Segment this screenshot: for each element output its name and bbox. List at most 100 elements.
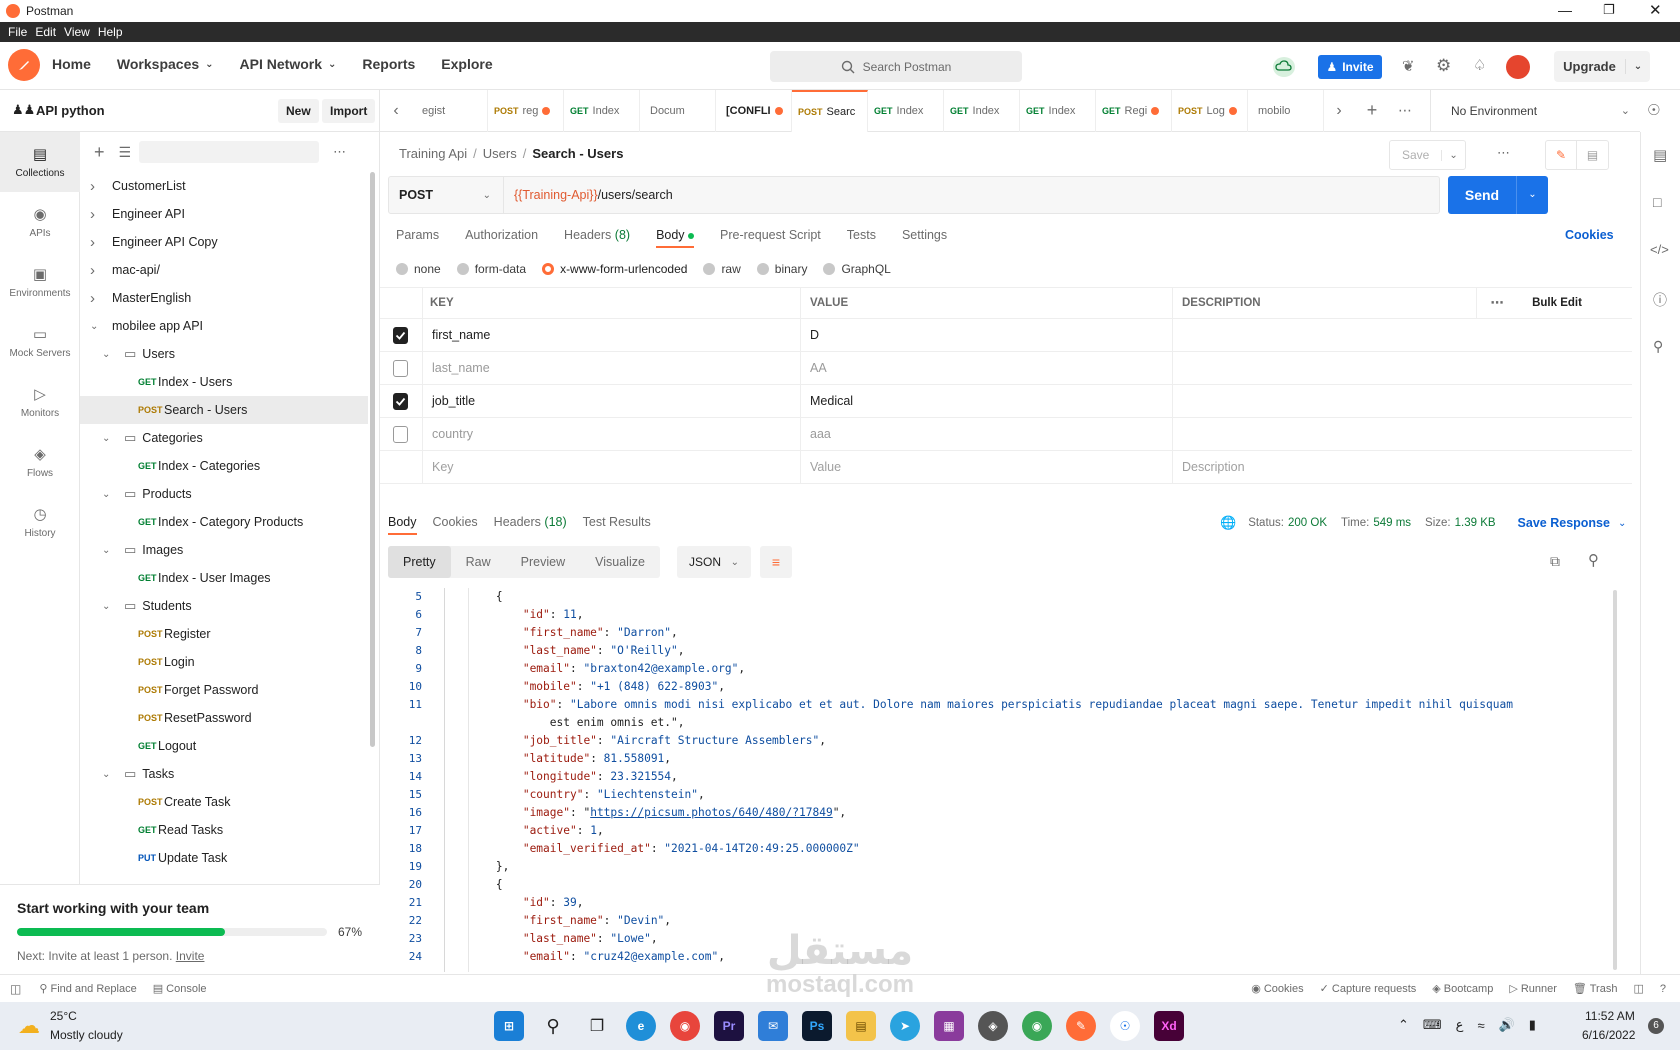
request-tab[interactable]: POST Log xyxy=(1172,89,1248,132)
tree-item[interactable]: › mac-api/ xyxy=(80,256,368,284)
chevron-right-icon[interactable]: › xyxy=(90,234,106,251)
chrome-icon[interactable]: ◉ xyxy=(670,1011,700,1041)
more-icon[interactable]: ⋯ xyxy=(1390,102,1420,119)
body-type-raw[interactable]: raw xyxy=(703,262,741,276)
body-type-binary[interactable]: binary xyxy=(756,262,807,276)
request-tab[interactable]: [CONFLI xyxy=(716,89,792,132)
search-icon[interactable]: ⚲ xyxy=(1588,551,1599,569)
rail-collections[interactable]: ▤ Collections xyxy=(0,132,80,192)
tree-item[interactable]: › Engineer API xyxy=(80,200,368,228)
copy-icon[interactable]: ⧉ xyxy=(1550,553,1560,570)
winrar-icon[interactable]: ▦ xyxy=(934,1011,964,1041)
save-response-button[interactable]: Save Response xyxy=(1518,516,1610,530)
response-tab-cookies[interactable]: Cookies xyxy=(433,515,478,529)
tab-body[interactable]: Body xyxy=(656,228,695,248)
unity-icon[interactable]: ◈ xyxy=(978,1011,1008,1041)
find-replace-button[interactable]: ⚲ Find and Replace xyxy=(39,982,136,995)
telegram-icon[interactable]: ➤ xyxy=(890,1011,920,1041)
tree-item[interactable]: ⌄ ▭ Products xyxy=(80,480,368,508)
help-icon[interactable]: ? xyxy=(1660,983,1666,995)
row-description[interactable] xyxy=(1173,385,1477,418)
tree-item[interactable]: POST Create Task xyxy=(80,788,368,816)
breadcrumb-folder[interactable]: Users xyxy=(483,146,517,161)
new-button[interactable]: New xyxy=(278,99,319,123)
request-tab[interactable]: GET Index xyxy=(1020,89,1096,132)
environment-select[interactable]: No Environment ⌄ xyxy=(1430,89,1630,132)
two-pane-icon[interactable]: ◫ xyxy=(1633,982,1643,995)
request-tab[interactable]: egist xyxy=(412,89,488,132)
clock-date[interactable]: 6/16/2022 xyxy=(1582,1028,1635,1042)
tree-item[interactable]: ⌄ ▭ Categories xyxy=(80,424,368,452)
row-description[interactable] xyxy=(1173,319,1477,352)
comment-icon[interactable]: □ xyxy=(1653,194,1661,210)
browser-icon[interactable]: ☉ xyxy=(1110,1011,1140,1041)
chevron-right-icon[interactable]: › xyxy=(90,262,106,279)
tree-item[interactable]: POST Forget Password xyxy=(80,676,368,704)
more-icon[interactable]: ⋯ xyxy=(1497,145,1510,161)
info-icon[interactable]: ⓘ xyxy=(1653,290,1667,310)
chevron-down-icon[interactable]: ⌄ xyxy=(102,601,118,612)
tree-item[interactable]: ⌄ ▭ Students xyxy=(80,592,368,620)
tree-item[interactable]: POST Register xyxy=(80,620,368,648)
lightbulb-icon[interactable]: ⚲ xyxy=(1653,338,1663,355)
sidebar-scrollbar[interactable] xyxy=(370,172,375,747)
mail-icon[interactable]: ✉ xyxy=(758,1011,788,1041)
task-view-icon[interactable]: ❐ xyxy=(582,1011,612,1041)
row-key[interactable]: first_name xyxy=(423,318,801,352)
nav-api-network[interactable]: API Network ⌄ xyxy=(240,56,337,72)
bootcamp-button[interactable]: ◈ Bootcamp xyxy=(1432,982,1493,995)
request-tab[interactable]: Docum xyxy=(640,89,716,132)
tree-item[interactable]: GET Index - Category Products xyxy=(80,508,368,536)
runner-button[interactable]: ▷ Runner xyxy=(1509,982,1557,995)
plus-icon[interactable]: + xyxy=(1354,100,1390,121)
tree-item[interactable]: GET Index - User Images xyxy=(80,564,368,592)
nav-workspaces[interactable]: Workspaces ⌄ xyxy=(117,56,214,72)
body-type-form-data[interactable]: form-data xyxy=(456,262,526,276)
format-select[interactable]: JSON ⌄ xyxy=(677,546,751,578)
save-button[interactable]: Save ⌄ xyxy=(1389,140,1466,170)
more-icon[interactable]: ⋯ xyxy=(1477,295,1517,311)
request-tab[interactable]: GET Index xyxy=(868,89,944,132)
restore-icon[interactable]: ❐ xyxy=(1603,2,1615,18)
eye-icon[interactable]: ☉ xyxy=(1647,101,1660,119)
pencil-icon[interactable]: ✎ xyxy=(1546,141,1577,169)
view-tab-visualize[interactable]: Visualize xyxy=(580,546,660,578)
windows-start-icon[interactable]: ⊞ xyxy=(494,1011,524,1041)
row-checkbox[interactable] xyxy=(393,392,408,410)
volume-icon[interactable]: 🔊 xyxy=(1499,1017,1515,1033)
tree-item[interactable]: GET Index - Categories xyxy=(80,452,368,480)
row-value[interactable]: D xyxy=(801,318,1173,352)
request-tab[interactable]: GET Index xyxy=(944,89,1020,132)
tree-item[interactable]: GET Index - Users xyxy=(80,368,368,396)
chevron-down-icon[interactable]: ⌄ xyxy=(102,433,118,444)
chevron-right-icon[interactable]: › xyxy=(90,178,106,195)
wrap-lines-icon[interactable]: ≡ xyxy=(760,546,792,578)
chevron-left-icon[interactable]: ‹ xyxy=(380,102,412,120)
cookies-status-button[interactable]: ◉ Cookies xyxy=(1251,982,1303,995)
body-type-x-www-form-urlencoded[interactable]: x-www-form-urlencoded xyxy=(542,262,687,276)
row-checkbox[interactable] xyxy=(393,359,408,377)
chevron-down-icon[interactable]: ⌄ xyxy=(102,349,118,360)
request-tab[interactable]: POST Searc xyxy=(792,89,868,132)
row-checkbox[interactable] xyxy=(393,326,408,344)
keyboard-icon[interactable]: ⌨ xyxy=(1423,1017,1442,1033)
row-checkbox[interactable] xyxy=(393,425,408,443)
sync-cloud-icon[interactable] xyxy=(1273,57,1295,77)
upgrade-button[interactable]: Upgrade ⌄ xyxy=(1554,51,1650,82)
tab-tests[interactable]: Tests xyxy=(847,228,876,242)
cookies-link[interactable]: Cookies xyxy=(1565,228,1614,242)
filter-input[interactable] xyxy=(139,141,320,163)
search-input[interactable]: Search Postman xyxy=(770,51,1022,82)
request-tab[interactable]: GET Index xyxy=(564,89,640,132)
tree-item[interactable]: ⌄ ▭ Users xyxy=(80,340,368,368)
rail-history[interactable]: ◷ History xyxy=(0,492,80,552)
response-tab-body[interactable]: Body xyxy=(388,515,417,535)
postman-logo-icon[interactable] xyxy=(8,49,40,81)
edge-icon[interactable]: e xyxy=(626,1011,656,1041)
chevron-right-icon[interactable]: › xyxy=(1324,102,1354,120)
rail-apis[interactable]: ◉ APIs xyxy=(0,192,80,252)
tree-item[interactable]: POST ResetPassword xyxy=(80,704,368,732)
invite-button[interactable]: ♟ Invite xyxy=(1318,55,1382,79)
row-value[interactable]: Medical xyxy=(801,384,1173,418)
satellite-icon[interactable]: ❦ xyxy=(1402,57,1415,75)
